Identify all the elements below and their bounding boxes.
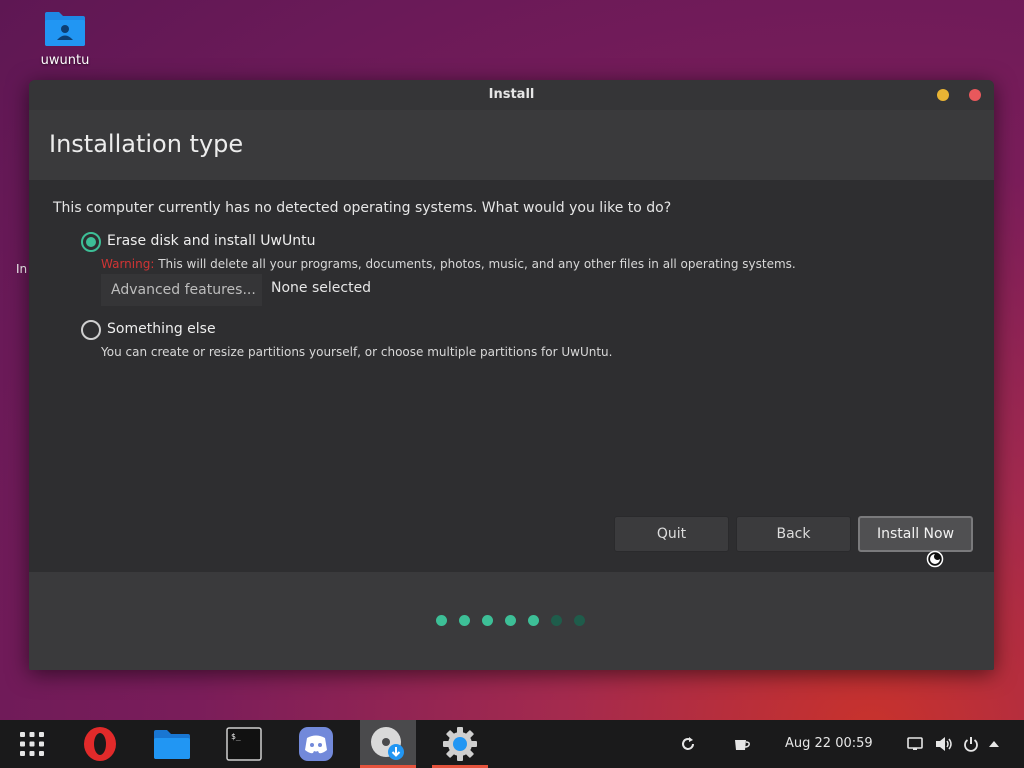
opera-launcher[interactable] (72, 720, 128, 768)
volume-tray-button[interactable] (935, 720, 955, 768)
progress-dot (551, 615, 562, 626)
page-title: Installation type (49, 130, 244, 158)
progress-dot (528, 615, 539, 626)
quit-button[interactable]: Quit (614, 516, 729, 552)
back-button[interactable]: Back (736, 516, 851, 552)
installation-options-panel: This computer currently has no detected … (29, 180, 994, 572)
taskbar: $_ Aug 22 00:59 (0, 720, 1024, 768)
discord-icon (299, 727, 333, 761)
progress-dot (482, 615, 493, 626)
chevron-up-icon (989, 741, 999, 747)
refresh-tray-button[interactable] (680, 720, 698, 768)
installer-launcher[interactable] (360, 720, 416, 768)
window-footer (29, 572, 994, 670)
display-icon (907, 737, 923, 750)
install-now-button[interactable]: Install Now (858, 516, 973, 552)
desktop-folder-label: uwuntu (40, 53, 90, 68)
folder-user-icon (43, 10, 87, 48)
power-icon (964, 737, 978, 752)
page-header: Installation type (29, 110, 994, 180)
progress-dot (459, 615, 470, 626)
erase-disk-description: Warning: This will delete all your progr… (101, 257, 796, 271)
window-titlebar[interactable]: Install (29, 80, 994, 110)
settings-launcher[interactable] (432, 720, 488, 768)
busy-cursor-icon (926, 550, 944, 568)
erase-disk-label[interactable]: Erase disk and install UwUntu (107, 233, 316, 249)
progress-dot (436, 615, 447, 626)
discord-launcher[interactable] (288, 720, 344, 768)
terminal-icon: $_ (226, 727, 262, 761)
progress-dot (574, 615, 585, 626)
progress-dots (436, 615, 585, 626)
clock[interactable]: Aug 22 00:59 (785, 736, 873, 751)
tray-menu-button[interactable] (988, 720, 1002, 768)
volume-icon (936, 737, 952, 751)
something-else-description: You can create or resize partitions your… (101, 345, 613, 359)
settings-icon (443, 727, 477, 761)
something-else-label[interactable]: Something else (107, 321, 216, 337)
installer-icon (371, 727, 404, 760)
svg-text:$_: $_ (231, 732, 241, 741)
terminal-launcher[interactable]: $_ (216, 720, 272, 768)
files-icon (154, 730, 190, 759)
question-text: This computer currently has no detected … (53, 200, 672, 216)
desktop-edge-text: In (16, 262, 28, 276)
desktop-folder-uwuntu[interactable]: uwuntu (36, 10, 94, 68)
files-launcher[interactable] (144, 720, 200, 768)
something-else-radio[interactable] (81, 320, 101, 340)
opera-icon (84, 727, 116, 761)
caffeine-tray-button[interactable] (733, 720, 751, 768)
progress-dot (505, 615, 516, 626)
coffee-cup-icon (735, 740, 750, 750)
warning-label: Warning: (101, 257, 155, 271)
erase-disk-radio[interactable] (81, 232, 101, 252)
refresh-icon (682, 737, 694, 750)
advanced-features-status: None selected (271, 280, 372, 296)
erase-disk-warning-text: This will delete all your programs, docu… (158, 257, 796, 271)
power-tray-button[interactable] (963, 720, 981, 768)
window-title: Install (488, 87, 535, 102)
close-button[interactable] (969, 89, 981, 101)
display-tray-button[interactable] (907, 720, 925, 768)
installer-window: Install Installation type This computer … (29, 80, 994, 670)
minimize-button[interactable] (937, 89, 949, 101)
app-grid-button[interactable] (4, 720, 60, 768)
app-grid-icon (20, 732, 44, 756)
advanced-features-button[interactable]: Advanced features... (101, 274, 262, 306)
